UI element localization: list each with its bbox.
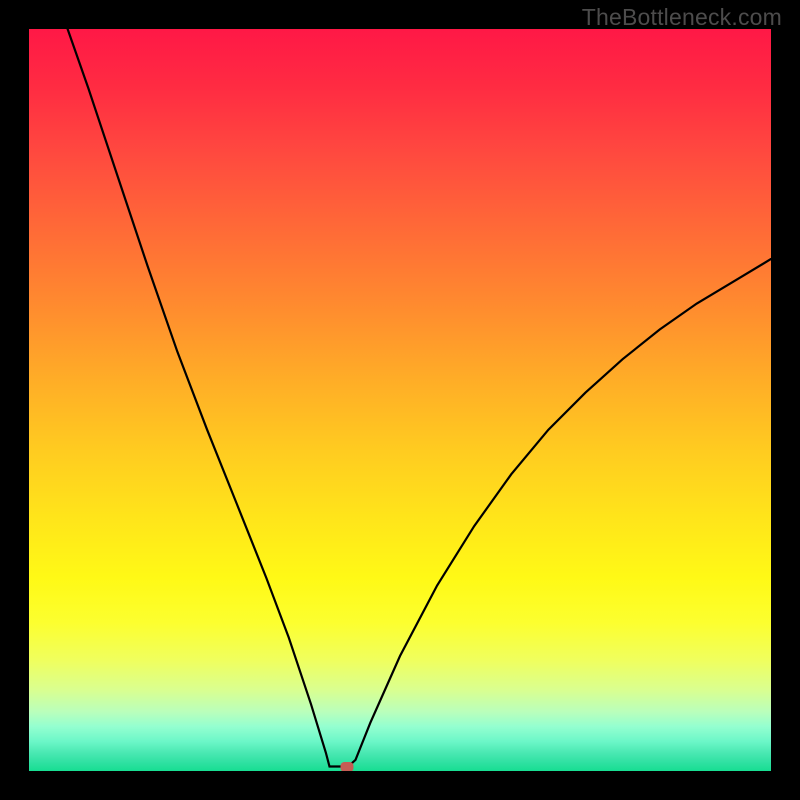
plot-area: [29, 29, 771, 771]
optimum-marker: [340, 762, 353, 771]
curve-svg: [29, 29, 771, 771]
watermark-text: TheBottleneck.com: [582, 4, 782, 31]
curve-path: [68, 29, 771, 767]
chart-frame: TheBottleneck.com: [0, 0, 800, 800]
